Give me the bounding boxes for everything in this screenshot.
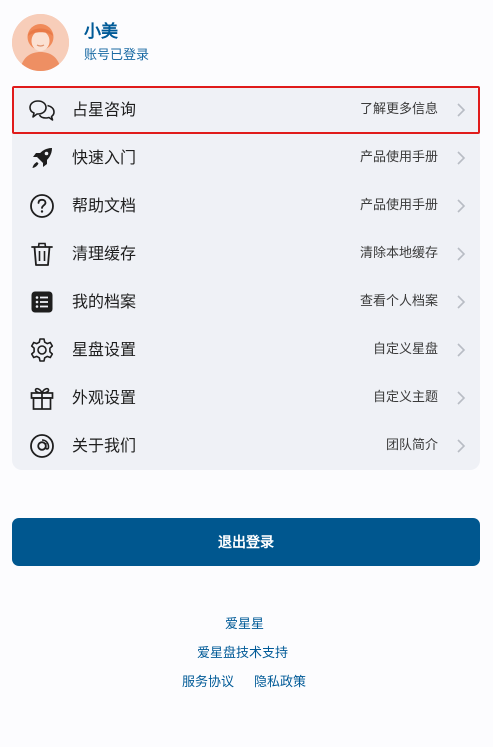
menu-label: 星盘设置: [72, 340, 137, 359]
chevron-right-icon: [456, 198, 466, 214]
chevron-right-icon: [456, 390, 466, 406]
menu-label: 外观设置: [72, 388, 137, 407]
profile-header[interactable]: 小美 账号已登录: [12, 14, 149, 71]
menu-item-quick-start[interactable]: 快速入门 产品使用手册: [12, 134, 480, 182]
footer-support-link[interactable]: 爱星盘技术支持: [197, 645, 288, 663]
menu-item-about-us[interactable]: 关于我们 团队简介: [12, 422, 480, 470]
chevron-right-icon: [456, 342, 466, 358]
menu-hint: 查看个人档案: [359, 294, 438, 309]
menu-item-help-docs[interactable]: 帮助文档 产品使用手册: [12, 182, 480, 230]
menu-hint: 了解更多信息: [359, 102, 438, 117]
user-name: 小美: [84, 21, 118, 42]
footer-brand-link[interactable]: 爱星星: [225, 616, 264, 634]
gift-icon: [28, 385, 56, 411]
menu-item-clear-cache[interactable]: 清理缓存 清除本地缓存: [12, 230, 480, 278]
menu-item-appearance[interactable]: 外观设置 自定义主题: [12, 374, 480, 422]
logout-button[interactable]: 退出登录: [12, 518, 480, 566]
avatar[interactable]: [12, 14, 69, 71]
list-icon: [28, 289, 56, 315]
menu-label: 占星咨询: [72, 100, 137, 119]
login-status: 账号已登录: [84, 47, 150, 63]
menu-label: 快速入门: [72, 148, 137, 167]
menu-hint: 团队简介: [385, 438, 438, 453]
menu-hint: 自定义主题: [372, 390, 438, 405]
menu-hint: 产品使用手册: [359, 150, 438, 165]
question-circle-icon: [28, 193, 56, 219]
chevron-right-icon: [456, 150, 466, 166]
menu-item-my-profile[interactable]: 我的档案 查看个人档案: [12, 278, 480, 326]
menu-item-astrology-consult[interactable]: 占星咨询 了解更多信息: [12, 86, 480, 134]
chevron-right-icon: [456, 294, 466, 310]
menu-label: 帮助文档: [72, 196, 137, 215]
privacy-policy-link[interactable]: 隐私政策: [254, 674, 306, 692]
at-sign-icon: [28, 433, 56, 459]
menu-hint: 产品使用手册: [359, 198, 438, 213]
gear-icon: [28, 337, 56, 363]
menu-label: 关于我们: [72, 436, 137, 455]
menu-hint: 自定义星盘: [372, 342, 438, 357]
chevron-right-icon: [456, 102, 466, 118]
avatar-illustration-icon: [12, 14, 69, 71]
chat-bubbles-icon: [28, 97, 56, 123]
terms-of-service-link[interactable]: 服务协议: [182, 674, 234, 692]
menu-item-chart-settings[interactable]: 星盘设置 自定义星盘: [12, 326, 480, 374]
menu-label: 我的档案: [72, 292, 137, 311]
settings-menu: 占星咨询 了解更多信息 快速入门 产品使用手册 帮助文档 产品使用手册 清理缓存…: [12, 86, 480, 470]
trash-icon: [28, 241, 56, 267]
menu-hint: 清除本地缓存: [359, 246, 438, 261]
menu-label: 清理缓存: [72, 244, 137, 263]
rocket-icon: [28, 145, 56, 171]
chevron-right-icon: [456, 246, 466, 262]
chevron-right-icon: [456, 438, 466, 454]
